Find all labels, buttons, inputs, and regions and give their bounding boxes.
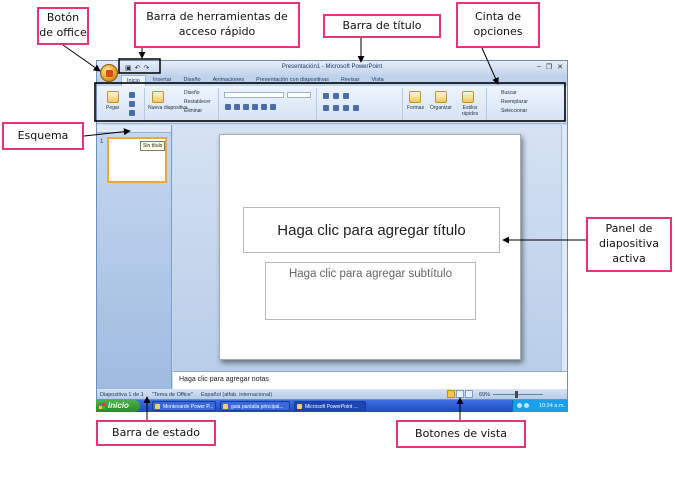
paragraph-group	[319, 88, 403, 122]
office-button[interactable]	[100, 64, 118, 82]
outline-pane-tabs[interactable]	[97, 125, 171, 133]
numbering-icon[interactable]	[333, 93, 339, 99]
italic-icon[interactable]	[234, 104, 240, 110]
status-bar: Diapositiva 1 de 1 "Tema de Office" Espa…	[97, 389, 567, 399]
arrange-icon[interactable]	[435, 91, 447, 103]
close-button[interactable]: ✕	[557, 63, 563, 71]
tab-inicio[interactable]: Inicio	[121, 75, 146, 86]
font-color-icon[interactable]	[270, 104, 276, 110]
align-center-icon[interactable]	[333, 105, 339, 111]
callout-outline: Esquema	[2, 122, 84, 150]
thumb-number: 1	[100, 139, 104, 145]
delete-label[interactable]: Eliminar	[184, 108, 202, 114]
maximize-button[interactable]: ❐	[546, 63, 552, 71]
status-theme: "Tema de Office"	[152, 392, 193, 398]
clipboard-group: Pegar	[99, 88, 145, 122]
tab-diseno[interactable]: Diseño	[179, 75, 206, 86]
thumb-tooltip: Sin título	[140, 141, 166, 151]
callout-quick-access: Barra de herramientas de acceso rápido	[134, 2, 300, 48]
callout-ribbon: Cinta de opciones	[456, 2, 540, 48]
slides-group: Nueva diapositiva Diseño Restablecer Eli…	[147, 88, 219, 122]
find-label[interactable]: Buscar	[501, 90, 517, 96]
powerpoint-window: ▣ ↶ ↷ Presentación1 - Microsoft PowerPoi…	[96, 60, 568, 400]
format-painter-icon[interactable]	[129, 110, 135, 116]
cut-icon[interactable]	[129, 92, 135, 98]
arrange-label[interactable]: Organizar	[430, 105, 452, 111]
callout-active-slide: Panel de diapositiva activa	[586, 217, 672, 272]
reset-label[interactable]: Restablecer	[184, 99, 211, 105]
indent-icon[interactable]	[343, 93, 349, 99]
taskbar-item[interactable]: Montevarde Power P...	[152, 401, 216, 411]
zoom-level[interactable]: 69%	[479, 392, 490, 398]
underline-icon[interactable]	[243, 104, 249, 110]
subtitle-placeholder[interactable]: Haga clic para agregar subtítulo	[265, 262, 476, 320]
callout-title-bar: Barra de título	[323, 14, 441, 38]
vertical-scrollbar[interactable]	[561, 125, 567, 371]
new-slide-icon[interactable]	[152, 91, 164, 103]
callout-office-button: Botón de office	[37, 7, 89, 45]
replace-label[interactable]: Reemplazar	[501, 99, 528, 105]
slide-sorter-button[interactable]	[456, 390, 464, 398]
strikethrough-icon[interactable]	[252, 104, 258, 110]
slideshow-button[interactable]	[465, 390, 473, 398]
start-button[interactable]: Inicio	[96, 400, 140, 412]
title-bar: ▣ ↶ ↷ Presentación1 - Microsoft PowerPoi…	[97, 61, 567, 75]
system-tray: 10:24 a.m.	[512, 400, 568, 412]
tab-revisar[interactable]: Revisar	[336, 75, 365, 86]
active-slide[interactable]: Haga clic para agregar título Haga clic …	[219, 134, 521, 360]
ribbon-tabs: Inicio Insertar Diseño Animaciones Prese…	[97, 75, 567, 86]
ribbon: Pegar Nueva diapositiva Diseño Restablec…	[97, 86, 567, 124]
view-buttons	[447, 390, 473, 398]
arrow-office-button	[62, 44, 101, 72]
font-size-select[interactable]	[287, 92, 311, 98]
minimize-button[interactable]: –	[537, 63, 541, 71]
drawing-group: Formas Organizar Estilos rápidos	[405, 88, 487, 122]
bullets-icon[interactable]	[323, 93, 329, 99]
window-title: Presentación1 - Microsoft PowerPoint	[281, 64, 383, 70]
tray-icon[interactable]	[517, 403, 522, 408]
callout-status-bar: Barra de estado	[96, 420, 216, 446]
editing-group: Buscar Reemplazar Seleccionar	[489, 88, 565, 122]
paste-label: Pegar	[106, 105, 120, 111]
quick-styles-icon[interactable]	[462, 91, 474, 103]
layout-label[interactable]: Diseño	[184, 90, 200, 96]
slide-stage: Haga clic para agregar título Haga clic …	[173, 125, 567, 371]
outline-pane: 1 Sin título	[97, 125, 172, 389]
status-language[interactable]: Español (alfab. internacional)	[201, 392, 272, 398]
windows-taskbar: Inicio Montevarde Power P... guia pantal…	[96, 400, 568, 412]
quick-styles-label[interactable]: Estilos rápidos	[457, 105, 483, 117]
tab-vista[interactable]: Vista	[367, 75, 389, 86]
font-name-select[interactable]	[224, 92, 284, 98]
justify-icon[interactable]	[353, 105, 359, 111]
font-group	[221, 88, 317, 122]
taskbar-item[interactable]: guia pantalla principal...	[220, 401, 290, 411]
tab-presentacion[interactable]: Presentación con diapositivas	[251, 75, 334, 86]
tab-animaciones[interactable]: Animaciones	[208, 75, 250, 86]
new-slide-label[interactable]: Nueva diapositiva	[148, 105, 187, 111]
shapes-label[interactable]: Formas	[407, 105, 424, 111]
shadow-icon[interactable]	[261, 104, 267, 110]
shapes-icon[interactable]	[409, 91, 421, 103]
normal-view-button[interactable]	[447, 390, 455, 398]
notes-pane[interactable]: Haga clic para agregar notas	[173, 371, 567, 389]
tray-icon[interactable]	[524, 403, 529, 408]
select-label[interactable]: Seleccionar	[501, 108, 527, 114]
callout-view-buttons: Botones de vista	[396, 420, 526, 448]
zoom-slider[interactable]	[493, 394, 543, 395]
align-right-icon[interactable]	[343, 105, 349, 111]
taskbar-item[interactable]: Microsoft PowerPoint ...	[294, 401, 366, 411]
window-controls: – ❐ ✕	[537, 63, 563, 71]
paste-icon[interactable]	[107, 91, 119, 103]
tab-insertar[interactable]: Insertar	[148, 75, 177, 86]
bold-icon[interactable]	[225, 104, 231, 110]
status-slide: Diapositiva 1 de 1	[100, 392, 144, 398]
align-left-icon[interactable]	[323, 105, 329, 111]
title-placeholder[interactable]: Haga clic para agregar título	[243, 207, 500, 253]
zoom-slider-handle[interactable]	[515, 391, 518, 398]
copy-icon[interactable]	[129, 101, 135, 107]
clock: 10:24 a.m.	[539, 403, 565, 409]
